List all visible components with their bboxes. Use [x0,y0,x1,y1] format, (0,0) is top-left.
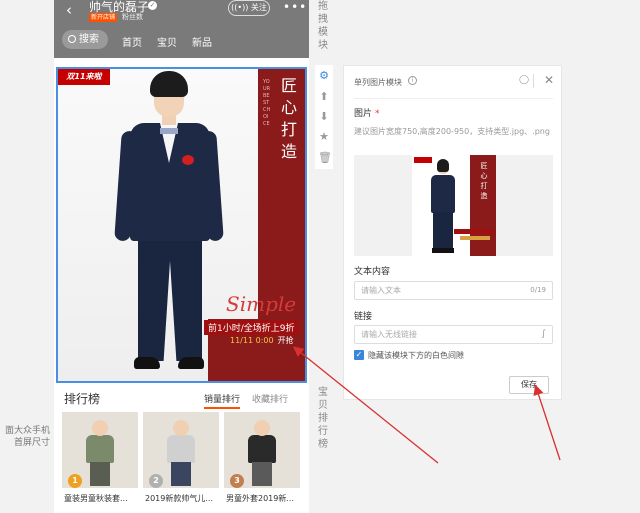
ranking-title: 排行榜 [64,392,101,406]
follow-label: 关注 [250,3,267,12]
fans-count: 粉丝数 [122,13,143,21]
link-placeholder: 请输入无线链接 [361,330,417,339]
left-caption-line1: 面大众手机 [4,426,50,436]
lightbulb-icon[interactable]: ◯ [519,75,529,85]
verified-icon: ✓ [148,1,157,10]
more-icon[interactable]: ••• [283,0,307,14]
hero-vertical-subtitle: YOUR BEST CHOICE [263,79,271,127]
left-caption: 面大众手机 首屏尺寸 [0,425,50,449]
product-title: 2019新款帅气儿... [145,494,213,503]
hero-date-value: 11/11 0:00 [230,336,274,345]
product-card[interactable]: 1 童装男童秋装套... [62,412,138,513]
ranking-module-label: 宝贝排行榜 [318,387,328,450]
link-input[interactable]: 请输入无线链接 ∫ [354,325,553,344]
panel-title: 单列图片模块 [354,78,402,87]
broadcast-icon: ((•)) [231,3,249,12]
hero-image-module[interactable]: 双11来啦 YOUR BEST CHOICE 匠心打造 Simple 前1小时/… [56,67,307,383]
left-caption-line2: 首屏尺寸 [13,438,50,448]
hero-promo: 前1小时/全场折上9折 [204,320,299,335]
search-label: 搜索 [79,34,99,45]
search-button[interactable]: 搜索 [62,30,108,49]
text-content-input[interactable]: 请输入文本 0/19 [354,281,553,300]
arrow-down-icon[interactable]: ⬇ [318,111,330,123]
text-counter: 0/19 [530,286,546,294]
tab-items[interactable]: 宝贝 [157,34,177,49]
rank-number: 2 [149,474,163,488]
product-card[interactable]: 2 2019新款帅气儿... [143,412,219,513]
tab-sales-ranking[interactable]: 销量排行 [204,392,241,409]
panel-divider [354,98,553,99]
gear-icon[interactable]: ⚙ [318,70,330,82]
link-label: 链接 [354,312,373,322]
tab-home[interactable]: 首页 [122,34,142,49]
panel-header-separator [533,74,534,88]
drag-module-label: 拖拽模块 [318,1,328,51]
arrow-up-icon[interactable]: ⬆ [318,91,330,103]
text-placeholder: 请输入文本 [361,286,401,295]
close-icon[interactable]: ✕ [544,73,554,87]
hero-date: 11/11 0:00 开抢 [230,335,294,346]
thumbnail-image: 匠心打造 [412,155,496,256]
product-image: 1 [62,412,138,488]
shop-header: ‹ 帅气的磊子 ✓ 新开店铺 粉丝数 ((•)) 关注 ••• 搜索 首页 宝贝… [54,0,309,58]
module-toolbar: ⚙ ⬆ ⬇ ★ 🗑 [315,65,333,169]
tab-favorites-ranking[interactable]: 收藏排行 [252,392,288,405]
phone-preview: ‹ 帅气的磊子 ✓ 新开店铺 粉丝数 ((•)) 关注 ••• 搜索 首页 宝贝… [54,0,309,513]
image-thumbnail[interactable]: 匠心打造 [354,155,553,256]
hero-script-text: Simple [226,292,297,316]
product-image: 3 [224,412,300,488]
product-title: 男童外套2019新... [226,494,294,503]
new-shop-badge: 新开店铺 [89,13,118,22]
save-button[interactable]: 保存 [509,376,549,394]
follow-button[interactable]: ((•)) 关注 [228,0,270,16]
rank-number: 1 [68,474,82,488]
hide-gap-checkbox[interactable]: ✓ [354,350,364,360]
back-arrow-icon[interactable]: ‹ [66,2,80,18]
double11-badge: 双11来啦 [58,69,110,85]
module-editor-panel: 单列图片模块 i ◯ ✕ 图片 * 建议图片宽度750,高度200-950，支持类… [343,65,562,400]
rank-number: 3 [230,474,244,488]
product-card[interactable]: 3 男童外套2019新... [224,412,300,513]
product-title: 童装男童秋装套... [64,494,128,503]
hide-gap-label: 隐藏该模块下方的白色间隙 [368,351,464,360]
tab-new[interactable]: 新品 [192,34,212,49]
star-icon[interactable]: ★ [318,131,330,143]
link-icon[interactable]: ∫ [541,326,546,343]
search-icon [68,35,76,43]
hero-date-suffix: 开抢 [277,336,294,345]
thumbnail-title: 匠心打造 [480,162,488,200]
text-content-label: 文本内容 [354,267,391,277]
info-icon[interactable]: i [408,76,417,85]
trash-icon[interactable]: 🗑 [318,152,332,164]
product-image: 2 [143,412,219,488]
required-marker: * [375,109,380,119]
image-label: 图片 [354,109,373,119]
image-field-label: 图片 * [354,106,380,119]
hero-vertical-title: 匠心打造 [280,76,297,161]
image-hint: 建议图片宽度750,高度200-950，支持类型.jpg、.png [354,127,550,136]
